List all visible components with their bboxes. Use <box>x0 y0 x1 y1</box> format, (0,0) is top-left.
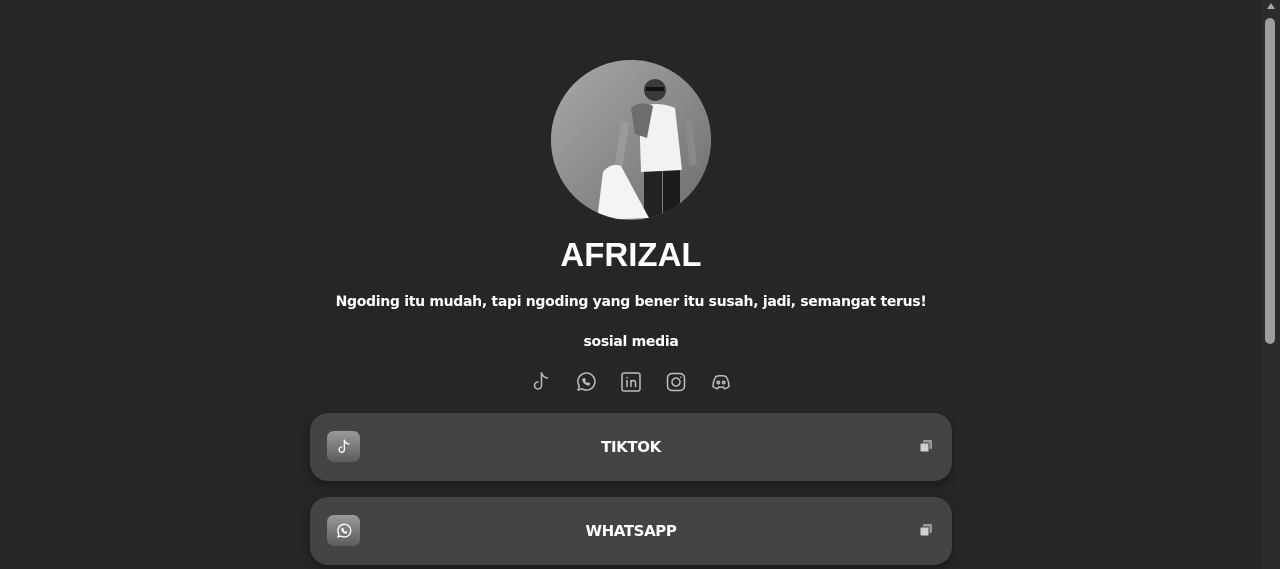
scrollbar-thumb[interactable] <box>1265 18 1275 344</box>
whatsapp-link-label: WHATSAPP <box>585 522 677 540</box>
tiktok-link-label: TIKTOK <box>601 438 661 456</box>
tiktok-icon[interactable] <box>529 370 553 394</box>
tiktok-link-card[interactable]: TIKTOK <box>310 413 952 481</box>
profile-name: AFRIZAL <box>560 236 702 273</box>
profile-bio: Ngoding itu mudah, tapi ngoding yang ben… <box>335 294 927 310</box>
social-media-title: sosial media <box>583 334 679 350</box>
scroll-up-arrow-icon[interactable] <box>1267 3 1275 9</box>
linkedin-icon[interactable] <box>619 370 643 394</box>
whatsapp-link-card[interactable]: WHATSAPP <box>310 497 952 565</box>
instagram-icon[interactable] <box>664 370 688 394</box>
copy-icon[interactable] <box>919 439 933 453</box>
copy-icon[interactable] <box>919 523 933 537</box>
whatsapp-icon[interactable] <box>574 370 598 394</box>
discord-icon[interactable] <box>709 370 733 394</box>
vertical-scrollbar[interactable] <box>1262 0 1280 569</box>
social-icons-row <box>529 370 733 394</box>
avatar <box>551 60 711 220</box>
link-in-bio-page: AFRIZAL Ngoding itu mudah, tapi ngoding … <box>0 0 1262 569</box>
